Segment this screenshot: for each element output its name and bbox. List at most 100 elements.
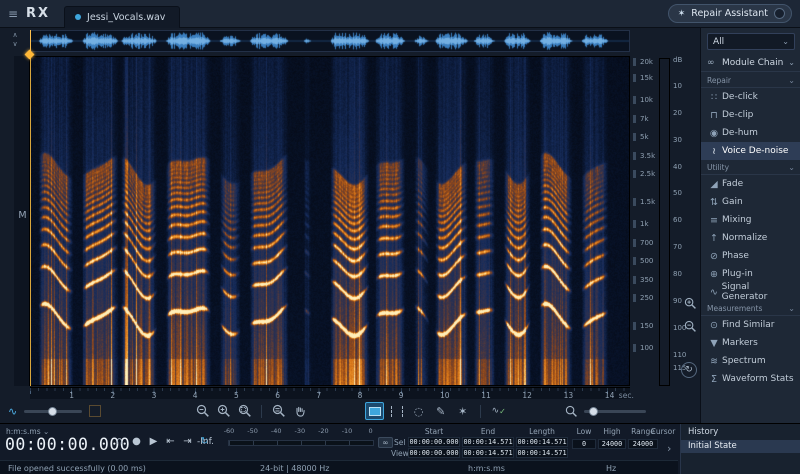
- spectrogram-display[interactable]: [30, 56, 630, 386]
- zoom-out-button[interactable]: [193, 402, 212, 420]
- waveform-overview[interactable]: [30, 30, 630, 52]
- time-tick-label: 12: [522, 391, 532, 400]
- module-label: De-clip: [722, 110, 753, 120]
- section-repair[interactable]: Repair⌄: [701, 73, 800, 88]
- brush-select-tool[interactable]: ✎: [431, 402, 450, 420]
- module-item-fade[interactable]: ◢Fade: [701, 175, 800, 193]
- module-item-voice-de-noise[interactable]: ≀Voice De-noise: [701, 142, 800, 160]
- amplitude-colorbar[interactable]: [659, 58, 670, 386]
- time-tick-label: 4: [193, 391, 198, 400]
- section-measurements[interactable]: Measurements⌄: [701, 301, 800, 316]
- history-panel: History Initial State: [680, 424, 800, 474]
- freq-zoom-in-button[interactable]: [683, 296, 698, 311]
- spectrogram-canvas[interactable]: [31, 57, 629, 385]
- zoom-reset-button[interactable]: ↻: [681, 362, 697, 378]
- module-item-de-click[interactable]: ∷De-click: [701, 88, 800, 106]
- zoom-fit-button[interactable]: [269, 402, 288, 420]
- module-label: Phase: [722, 251, 749, 261]
- module-item-de-clip[interactable]: ⊓De-clip: [701, 106, 800, 124]
- module-item-phase[interactable]: ⊘Phase: [701, 247, 800, 265]
- low-header: Low: [572, 427, 596, 436]
- range-value[interactable]: 24000: [628, 439, 658, 449]
- time-frequency-select-tool[interactable]: [365, 402, 384, 420]
- module-item-de-hum[interactable]: ◉De-hum: [701, 124, 800, 142]
- module-item-markers[interactable]: ▼Markers: [701, 334, 800, 352]
- module-item-find-similar[interactable]: ⊙Find Similar: [701, 316, 800, 334]
- module-chain-item[interactable]: ∞ Module Chain ⌄: [701, 54, 800, 72]
- module-item-waveform-stats[interactable]: ΣWaveform Stats: [701, 370, 800, 388]
- clip-indicator-button[interactable]: ∞: [378, 437, 393, 448]
- time-tick-label: 9: [399, 391, 404, 400]
- tab-modified-dot-icon: [75, 14, 81, 20]
- hand-tool-button[interactable]: [290, 402, 309, 420]
- freq-tick-label: 500: [633, 257, 653, 265]
- repair-assistant-button[interactable]: ✶ Repair Assistant: [668, 4, 792, 23]
- menu-icon[interactable]: ≡: [0, 7, 26, 21]
- history-item[interactable]: Initial State: [681, 440, 800, 453]
- chevron-down-icon: ⌄: [788, 163, 795, 172]
- module-item-normalize[interactable]: ↑Normalize: [701, 229, 800, 247]
- panel-collapse-icon[interactable]: ›: [667, 442, 671, 455]
- instant-process-toggle[interactable]: ∿✓: [489, 402, 508, 420]
- playhead-line[interactable]: [30, 56, 31, 386]
- sel-length-value[interactable]: 00:00:14.571: [516, 437, 568, 447]
- sel-start-value[interactable]: 00:00:00.000: [408, 437, 460, 447]
- markers-icon: ▼: [706, 338, 722, 349]
- play-button[interactable]: ▶: [147, 434, 160, 448]
- view-row-label: View: [391, 449, 409, 458]
- plug-in-icon: ⊕: [706, 269, 722, 280]
- lasso-select-tool[interactable]: ◌: [409, 402, 428, 420]
- horizontal-zoom-knob[interactable]: [589, 407, 598, 416]
- meter-tick-label: -30: [289, 427, 311, 435]
- voice-de-noise-icon: ≀: [706, 146, 722, 157]
- status-message: File opened successfully (0.00 ms): [8, 464, 146, 473]
- sel-end-value[interactable]: 00:00:14.571: [462, 437, 514, 447]
- module-item-gain[interactable]: ⇅Gain: [701, 193, 800, 211]
- high-header: High: [598, 427, 626, 436]
- time-select-icon: [391, 406, 403, 417]
- module-item-mixing[interactable]: ≡Mixing: [701, 211, 800, 229]
- overview-collapse-down-icon[interactable]: ∨: [2, 40, 28, 49]
- module-item-spectrum[interactable]: ≋Spectrum: [701, 352, 800, 370]
- horizontal-zoom-slider[interactable]: [584, 410, 646, 413]
- frequency-ruler[interactable]: 20k15k10k7k5k3.5k2.5k1.5k1k7005003502501…: [633, 56, 657, 386]
- module-label: Fade: [722, 179, 743, 189]
- low-value[interactable]: 0: [572, 439, 596, 449]
- blend-slider[interactable]: [24, 410, 82, 413]
- file-tab[interactable]: Jessi_Vocals.wav: [64, 6, 180, 28]
- section-utility[interactable]: Utility⌄: [701, 160, 800, 175]
- high-value[interactable]: 24000: [598, 439, 626, 449]
- time-tick-label: 8: [358, 391, 363, 400]
- meter-tick-label: -50: [242, 427, 264, 435]
- selection-start-header: Start: [408, 427, 460, 436]
- freq-tick-label: 15k: [633, 74, 653, 82]
- spectrogram-view-icon[interactable]: [89, 405, 101, 417]
- selection-length-header: Length: [516, 427, 568, 436]
- overview-canvas[interactable]: [31, 31, 629, 51]
- vertical-zoom-controls: [682, 296, 698, 334]
- time-ruler[interactable]: 1234567891011121314sec.: [30, 387, 630, 399]
- skip-to-start-button[interactable]: ⇤: [164, 434, 177, 448]
- module-item-plug-in[interactable]: ⊕Plug-in: [701, 265, 800, 283]
- freq-tick-label: 100: [633, 344, 653, 352]
- module-item-signal-generator[interactable]: ∿Signal Generator: [701, 283, 800, 301]
- monitor-button[interactable]: ∩: [113, 434, 126, 448]
- view-length-value[interactable]: 00:00:14.571: [516, 448, 568, 458]
- skip-to-end-button[interactable]: ⇥: [181, 434, 194, 448]
- module-label: De-click: [722, 92, 758, 102]
- view-end-value[interactable]: 00:00:14.571: [462, 448, 514, 458]
- record-button[interactable]: ●: [130, 434, 143, 448]
- freq-tick-label: 150: [633, 322, 653, 330]
- freq-zoom-out-button[interactable]: [683, 319, 698, 334]
- magic-wand-tool[interactable]: ✶: [453, 402, 472, 420]
- overview-collapse-up-icon[interactable]: ∧: [2, 31, 28, 40]
- zoom-in-button[interactable]: [214, 402, 233, 420]
- waveform-view-icon[interactable]: ∿: [8, 405, 17, 418]
- channel-strip: [14, 56, 30, 386]
- view-start-value[interactable]: 00:00:00.000: [408, 448, 460, 458]
- blend-slider-knob[interactable]: [48, 407, 57, 416]
- overview-options[interactable]: ∧ ∨: [2, 31, 28, 53]
- module-filter-dropdown[interactable]: All ⌄: [707, 33, 795, 50]
- time-select-tool[interactable]: [387, 402, 406, 420]
- zoom-selection-button[interactable]: [235, 402, 254, 420]
